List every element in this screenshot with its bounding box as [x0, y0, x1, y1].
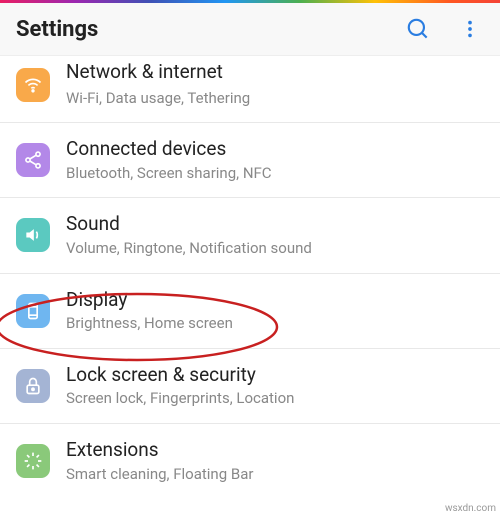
settings-item-display[interactable]: Display Brightness, Home screen — [0, 274, 500, 349]
watermark: wsxdn.com — [445, 503, 496, 514]
item-subtitle: Smart cleaning, Floating Bar — [66, 465, 253, 485]
item-subtitle: Bluetooth, Screen sharing, NFC — [66, 164, 272, 184]
item-title: Connected devices — [66, 137, 272, 162]
item-text-group: Connected devices Bluetooth, Screen shar… — [66, 137, 272, 183]
item-subtitle: Brightness, Home screen — [66, 314, 233, 334]
more-icon[interactable] — [456, 15, 484, 43]
wifi-icon — [16, 68, 50, 102]
settings-item-extensions[interactable]: Extensions Smart cleaning, Floating Bar — [0, 424, 500, 498]
share-icon — [16, 143, 50, 177]
item-text-group: Sound Volume, Ringtone, Notification sou… — [66, 212, 312, 258]
item-subtitle: Wi-Fi, Data usage, Tethering — [66, 89, 250, 109]
item-text-group: Extensions Smart cleaning, Floating Bar — [66, 438, 253, 484]
item-title: Network & internet — [66, 60, 250, 85]
display-icon — [16, 294, 50, 328]
item-title: Display — [66, 288, 233, 313]
settings-list: Network & internet Wi-Fi, Data usage, Te… — [0, 56, 500, 498]
lock-icon — [16, 369, 50, 403]
settings-item-lock-screen[interactable]: Lock screen & security Screen lock, Fing… — [0, 349, 500, 424]
settings-item-sound[interactable]: Sound Volume, Ringtone, Notification sou… — [0, 198, 500, 273]
sound-icon — [16, 218, 50, 252]
item-title: Sound — [66, 212, 312, 237]
settings-item-network[interactable]: Network & internet Wi-Fi, Data usage, Te… — [0, 56, 500, 123]
extension-icon — [16, 444, 50, 478]
item-text-group: Lock screen & security Screen lock, Fing… — [66, 363, 294, 409]
page-title: Settings — [16, 17, 98, 42]
item-text-group: Network & internet Wi-Fi, Data usage, Te… — [66, 62, 250, 108]
item-title: Lock screen & security — [66, 363, 294, 388]
search-icon[interactable] — [404, 15, 432, 43]
app-header: Settings — [0, 3, 500, 56]
item-subtitle: Volume, Ringtone, Notification sound — [66, 239, 312, 259]
header-actions — [404, 15, 484, 43]
item-text-group: Display Brightness, Home screen — [66, 288, 233, 334]
item-subtitle: Screen lock, Fingerprints, Location — [66, 389, 294, 409]
item-title: Extensions — [66, 438, 253, 463]
settings-item-connected-devices[interactable]: Connected devices Bluetooth, Screen shar… — [0, 123, 500, 198]
